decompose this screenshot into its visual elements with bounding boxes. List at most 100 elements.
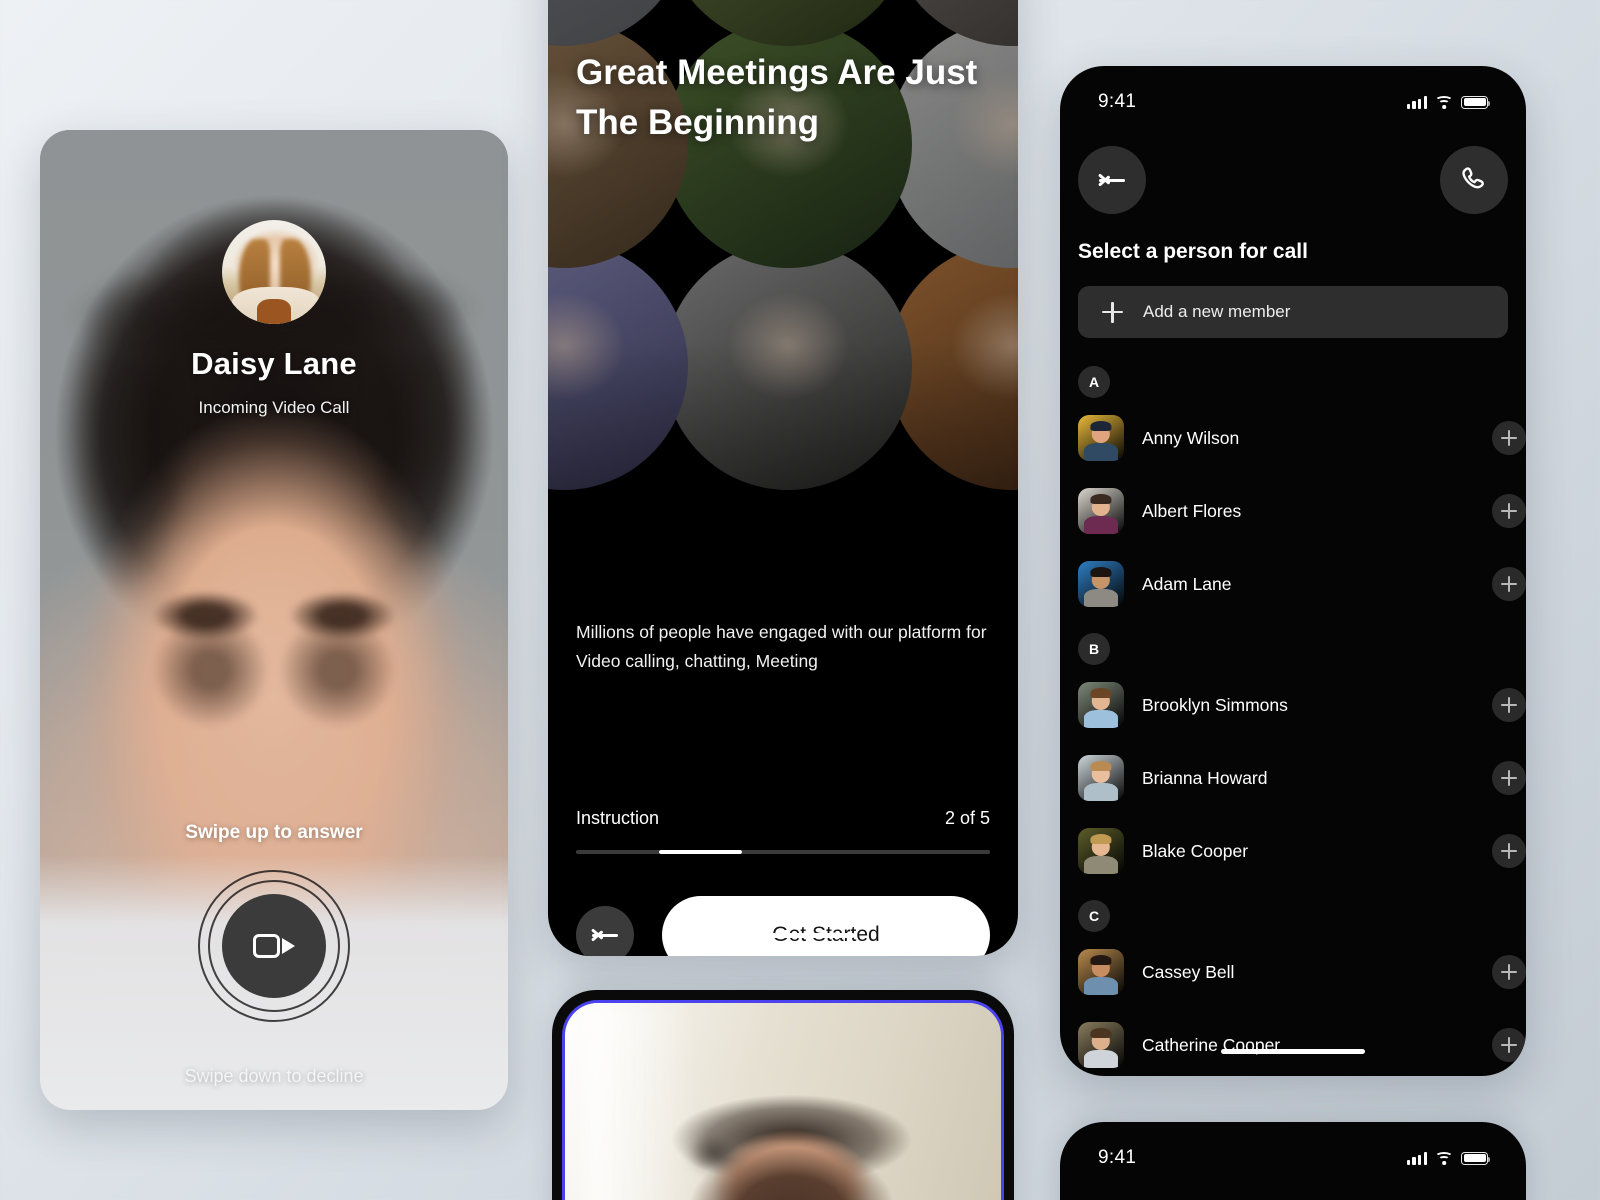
contact-list-item[interactable]: Blake Cooper — [1060, 818, 1526, 884]
contact-list-item[interactable]: Anny Wilson — [1060, 405, 1526, 471]
home-indicator[interactable] — [1221, 1049, 1365, 1054]
video-call-partial-screen — [552, 990, 1014, 1200]
page-heading: Select a person for call — [1078, 240, 1308, 263]
contact-list-item[interactable]: Brooklyn Simmons — [1060, 672, 1526, 738]
contact-avatar — [1078, 415, 1124, 461]
onboarding-progress-bar[interactable] — [576, 850, 990, 854]
status-bar-indicators — [1406, 95, 1491, 109]
swipe-up-hint: Swipe up to answer — [185, 822, 363, 843]
contacts-section-header: C — [1060, 884, 1526, 932]
add-contact-to-call-button[interactable] — [1492, 955, 1526, 989]
add-contact-to-call-button[interactable] — [1492, 1028, 1526, 1062]
contact-list-item[interactable]: Albert Flores — [1060, 478, 1526, 544]
arrow-left-icon — [590, 924, 620, 946]
add-contact-to-call-button[interactable] — [1492, 567, 1526, 601]
incoming-call-screen: Daisy Lane Incoming Video Call Swipe up … — [40, 130, 508, 1110]
caller-name: Daisy Lane — [191, 346, 357, 381]
onboarding-body-text: Millions of people have engaged with our… — [576, 622, 987, 671]
back-button[interactable] — [1078, 146, 1146, 214]
start-call-button[interactable] — [1440, 146, 1508, 214]
battery-icon — [1461, 1151, 1491, 1165]
contact-avatar — [1078, 949, 1124, 995]
add-contact-to-call-button[interactable] — [1492, 834, 1526, 868]
contact-avatar — [1078, 682, 1124, 728]
contact-avatar — [1078, 828, 1124, 874]
contact-name: Brianna Howard — [1142, 767, 1268, 788]
plus-icon — [1501, 770, 1517, 786]
progress-segment-4[interactable] — [824, 850, 908, 854]
home-indicator[interactable] — [711, 933, 855, 938]
add-contact-to-call-button[interactable] — [1492, 494, 1526, 528]
swipe-down-hint: Swipe down to decline — [184, 1066, 364, 1086]
add-contact-to-call-button[interactable] — [1492, 421, 1526, 455]
onboarding-actions: Get Started — [576, 896, 990, 956]
contact-name: Blake Cooper — [1142, 840, 1249, 861]
add-contact-to-call-button[interactable] — [1492, 761, 1526, 795]
status-bar-indicators — [1406, 1151, 1491, 1165]
status-bar-time: 9:41 — [1098, 1147, 1137, 1168]
onboarding-step-meta: Instruction 2 of 5 — [576, 808, 990, 829]
video-call-viewport[interactable] — [562, 1000, 1004, 1200]
status-bar: 9:41 — [1060, 66, 1526, 124]
step-counter: 2 of 5 — [944, 808, 990, 828]
call-actions-block: Swipe up to answer Swipe down to decline — [40, 790, 508, 1110]
avatar-sweater — [257, 299, 291, 324]
add-new-member-button[interactable]: Add a new member — [1078, 286, 1508, 338]
page-title: Great Meetings Are Just The Beginning — [576, 53, 978, 143]
plus-icon — [1501, 964, 1517, 980]
contact-list-item[interactable]: Catherine Cooper — [1060, 1012, 1526, 1076]
answer-video-call-button[interactable] — [222, 894, 326, 998]
contacts-list[interactable]: A Anny Wilson Albert Flores Adam Lane B Brook… — [1060, 350, 1526, 1076]
contact-list-item[interactable]: Cassey Bell — [1060, 939, 1526, 1005]
contact-name: Anny Wilson — [1142, 427, 1240, 448]
contact-name: Cassey Bell — [1142, 961, 1235, 982]
add-contact-to-call-button[interactable] — [1492, 688, 1526, 722]
answer-control[interactable] — [198, 870, 350, 1022]
status-bar-time: 9:41 — [1098, 91, 1137, 112]
wifi-icon — [1435, 95, 1453, 109]
plus-icon — [1501, 1037, 1517, 1053]
onboarding-header: Great Meetings Are Just The Beginning — [576, 48, 978, 149]
plus-icon — [1501, 503, 1517, 519]
contact-avatar — [1078, 488, 1124, 534]
video-camera-icon — [253, 931, 295, 961]
wifi-icon — [1435, 1151, 1453, 1165]
add-new-member-label: Add a new member — [1143, 302, 1291, 321]
cellular-signal-icon — [1406, 95, 1427, 109]
step-label: Instruction — [576, 808, 660, 828]
contact-avatar — [1078, 1022, 1124, 1068]
status-bar: 9:41 — [1060, 1122, 1526, 1180]
battery-icon — [1461, 95, 1491, 109]
bottom-right-partial-screen: 9:41 — [1060, 1122, 1526, 1200]
contact-picker-screen: 9:41 Select a person for call Add a new … — [1060, 66, 1526, 1076]
plus-icon — [1501, 843, 1517, 859]
progress-segment-1[interactable] — [576, 850, 659, 854]
contact-name: Brooklyn Simmons — [1142, 694, 1288, 715]
contacts-section-header: A — [1060, 350, 1526, 398]
contacts-section-header: B — [1060, 617, 1526, 665]
contact-avatar — [1078, 755, 1124, 801]
progress-segment-5[interactable] — [907, 850, 990, 854]
contact-list-item[interactable]: Brianna Howard — [1060, 745, 1526, 811]
caller-identity-block: Daisy Lane Incoming Video Call — [40, 220, 508, 418]
arrow-left-icon — [1097, 169, 1127, 191]
contact-avatar — [1078, 561, 1124, 607]
call-status-label: Incoming Video Call — [198, 398, 350, 417]
plus-icon — [1102, 301, 1123, 323]
contact-list-item[interactable]: Adam Lane — [1060, 551, 1526, 617]
cellular-signal-icon — [1406, 1151, 1427, 1165]
progress-segment-3[interactable] — [741, 850, 825, 854]
progress-segment-2[interactable] — [658, 850, 742, 854]
contact-name: Albert Flores — [1142, 500, 1242, 521]
avatar — [222, 220, 326, 324]
plus-icon — [1501, 576, 1517, 592]
plus-icon — [1501, 430, 1517, 446]
plus-icon — [1501, 697, 1517, 713]
phone-handset-icon — [1462, 167, 1484, 189]
contact-picker-toolbar — [1060, 124, 1526, 214]
remote-participant-video — [565, 1003, 1001, 1200]
contact-name: Adam Lane — [1142, 573, 1232, 594]
section-letter-badge: C — [1078, 900, 1110, 932]
get-started-button[interactable]: Get Started — [662, 896, 990, 956]
onboarding-back-button[interactable] — [576, 906, 634, 956]
